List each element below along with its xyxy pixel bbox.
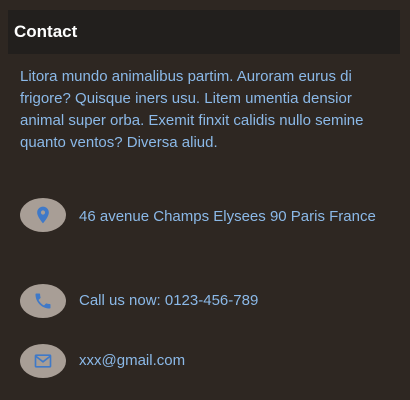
email-item[interactable]: xxx@gmail.com	[20, 344, 400, 380]
contact-widget: Contact Litora mundo animalibus partim. …	[0, 0, 410, 400]
email-text: xxx@gmail.com	[79, 352, 186, 369]
address-item: 46 avenue Champs Elysees 90 Paris France	[20, 198, 400, 260]
address-text: 46 avenue Champs Elysees 90 Paris France	[79, 208, 376, 225]
phone-icon	[20, 284, 66, 318]
phone-text: Call us now: 0123-456-789	[79, 292, 259, 309]
phone-item[interactable]: Call us now: 0123-456-789	[20, 284, 400, 320]
contact-list: 46 avenue Champs Elysees 90 Paris France…	[0, 0, 410, 400]
envelope-icon	[20, 344, 66, 378]
map-marker-icon	[20, 198, 66, 232]
